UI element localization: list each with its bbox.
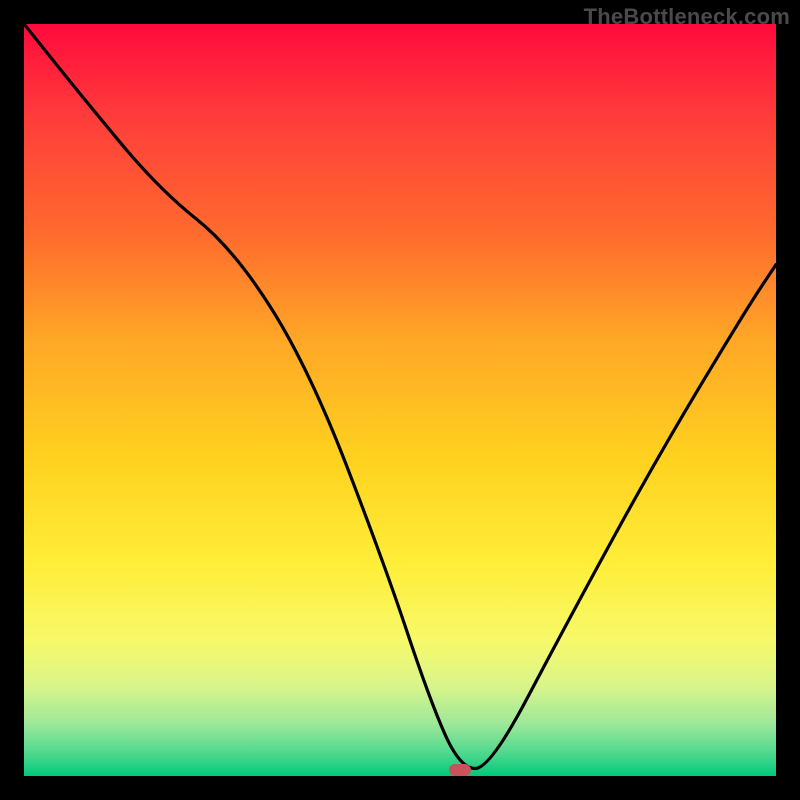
bottleneck-curve <box>24 24 776 776</box>
optimum-marker <box>449 764 471 776</box>
plot-area <box>24 24 776 776</box>
watermark-text: TheBottleneck.com <box>584 4 790 30</box>
chart-frame: TheBottleneck.com <box>0 0 800 800</box>
